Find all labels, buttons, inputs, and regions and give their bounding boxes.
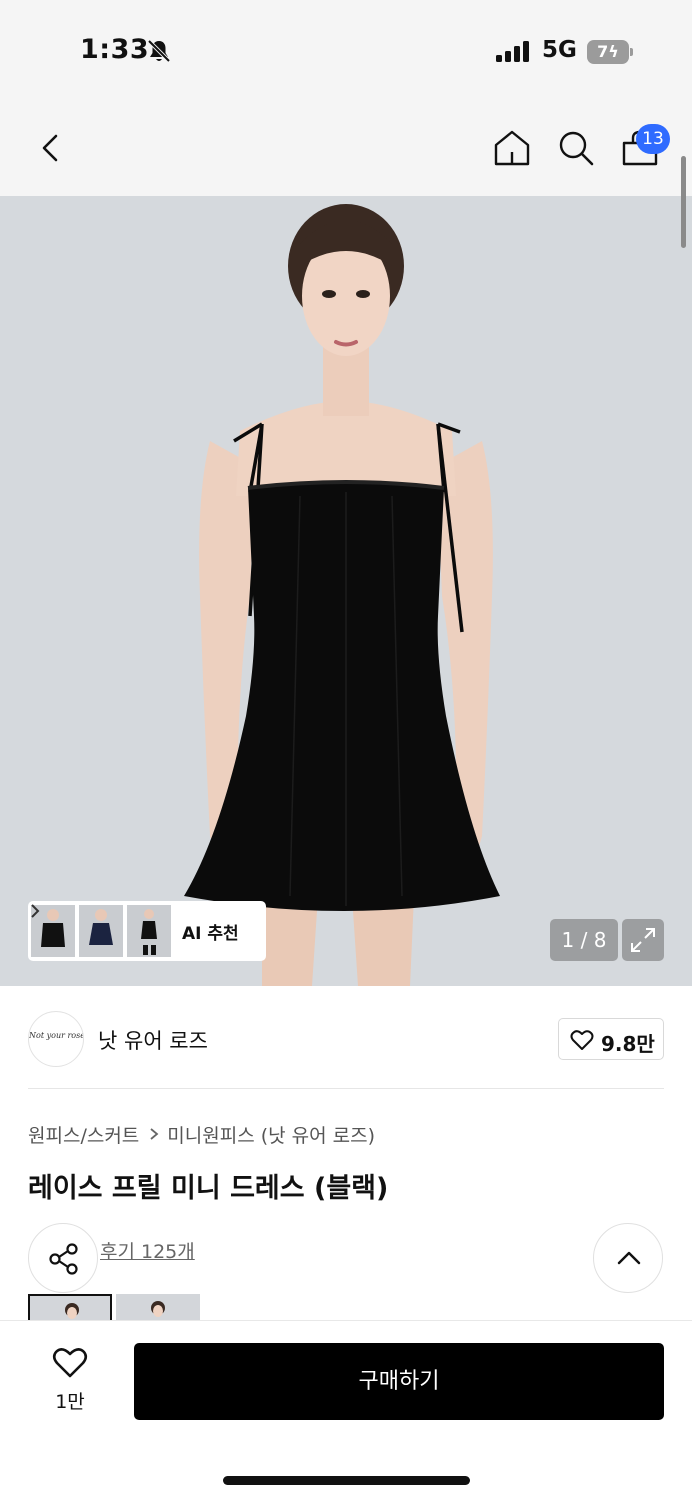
status-bar: 1:33 5G 7ϟ (0, 0, 692, 100)
chevron-up-icon (617, 1251, 641, 1265)
page-scrollbar[interactable] (681, 156, 686, 248)
buy-button[interactable]: 구매하기 (134, 1343, 664, 1420)
share-button[interactable] (28, 1223, 98, 1293)
bell-off-icon (147, 39, 171, 63)
back-icon[interactable] (30, 128, 70, 168)
network-type: 5G (542, 37, 577, 63)
expand-icon (631, 928, 655, 952)
share-icon (49, 1243, 78, 1275)
home-icon[interactable] (492, 128, 532, 168)
chevron-right-icon (150, 1128, 159, 1140)
heart-icon (52, 1348, 88, 1378)
ai-recommend-button[interactable]: AI 추천 (28, 901, 266, 961)
expand-button[interactable] (622, 919, 664, 961)
brand-like-count: 9.8만 (601, 1032, 655, 1056)
bottom-purchase-bar: 1만 구매하기 (0, 1320, 692, 1500)
breadcrumb-subcategory[interactable]: 미니원피스 (낫 유어 로즈) (167, 1121, 375, 1148)
ai-recommend-label: AI 추천 (182, 924, 239, 944)
battery-tip (630, 48, 633, 56)
breadcrumb-category[interactable]: 원피스/스커트 (28, 1121, 139, 1148)
battery-percent: 7 (597, 42, 609, 61)
cart-count-badge[interactable]: 13 (636, 124, 670, 154)
scroll-to-top-button[interactable] (593, 1223, 663, 1293)
review-link[interactable]: 후기 125개 (100, 1237, 195, 1264)
wish-button[interactable]: 1만 (40, 1345, 100, 1415)
wish-count: 1만 (55, 1391, 85, 1413)
image-page-counter: 1 / 8 (550, 919, 618, 961)
battery-icon: 7ϟ (587, 40, 633, 64)
brand-like-button[interactable]: 9.8만 (558, 1018, 664, 1060)
color-option-thumb-1[interactable] (28, 1294, 112, 1322)
search-icon[interactable] (556, 128, 596, 168)
status-time: 1:33 (80, 34, 150, 65)
product-photo (0, 196, 692, 986)
product-title: 레이스 프릴 미니 드레스 (블랙) (28, 1173, 389, 1204)
battery-level: 7ϟ (587, 40, 629, 64)
brand-logo[interactable]: Not your rose (28, 1011, 84, 1067)
charging-bolt: ϟ (608, 42, 619, 61)
home-indicator[interactable] (223, 1476, 470, 1485)
color-option-thumb-2[interactable] (116, 1294, 200, 1322)
signal-icon (496, 41, 529, 62)
chevron-right-icon (31, 904, 40, 918)
ai-thumb-2 (79, 905, 123, 957)
divider (28, 1088, 664, 1089)
brand-name[interactable]: 낫 유어 로즈 (98, 1025, 208, 1055)
brand-logo-text: Not your rose (29, 1031, 84, 1040)
heart-icon (570, 1030, 594, 1050)
product-image-gallery[interactable]: AI 추천 1 / 8 (0, 196, 692, 986)
top-nav-bar (0, 100, 692, 196)
breadcrumb: 원피스/스커트 미니원피스 (낫 유어 로즈) (28, 1121, 375, 1147)
ai-thumb-3 (127, 905, 171, 957)
